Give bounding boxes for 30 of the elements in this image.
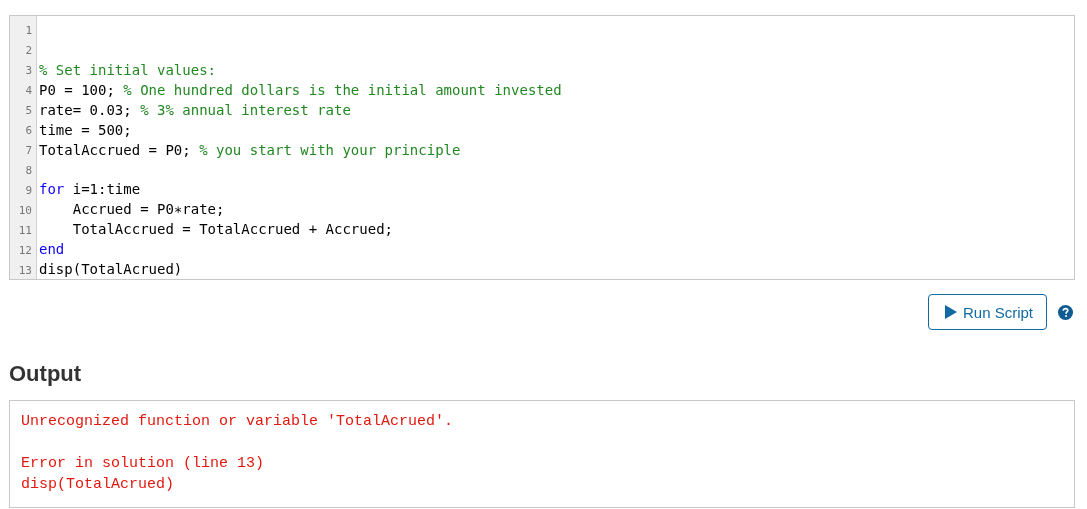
- code-line: TotalAccrued = P0; % you start with your principle: [39, 140, 462, 160]
- code-line: time = 500;: [39, 120, 133, 140]
- error-message: Error in solution (line 13): [21, 454, 266, 474]
- output-heading: Output: [9, 360, 83, 388]
- line-number: 3: [24, 63, 33, 79]
- line-number: 7: [24, 143, 33, 159]
- line-number: 6: [24, 123, 33, 139]
- code-line: TotalAccrued = TotalAccrued + Accrued;: [71, 220, 394, 239]
- code-line: Accrued = P0∗rate;: [71, 200, 226, 219]
- code-line: % Set initial values:: [39, 60, 217, 80]
- line-number: 12: [17, 243, 33, 259]
- code-line: rate= 0.03; % 3% annual interest rate: [39, 100, 352, 120]
- code-line: for i=1:time: [39, 180, 142, 199]
- line-number: 8: [24, 163, 33, 179]
- error-message: disp(TotalAcrued): [21, 475, 176, 495]
- play-icon: [944, 305, 957, 319]
- line-number: 11: [17, 223, 33, 239]
- error-message: Unrecognized function or variable 'TotalAcrued'.: [21, 412, 455, 432]
- line-number: 13: [17, 263, 33, 279]
- run-script-button[interactable]: Run Script: [927, 294, 1047, 330]
- help-icon[interactable]: [1058, 304, 1073, 320]
- code-line: P0 = 100; % One hundred dollars is the initial amount invested: [39, 80, 563, 100]
- code-line: end: [39, 240, 66, 259]
- line-number: 4: [24, 83, 33, 99]
- code-line: disp(TotalAcrued): [39, 260, 184, 279]
- line-number: 5: [24, 103, 33, 119]
- line-number: 1: [24, 23, 33, 39]
- line-number: 9: [24, 183, 33, 199]
- line-number: 2: [24, 43, 33, 59]
- line-number: 10: [17, 203, 33, 219]
